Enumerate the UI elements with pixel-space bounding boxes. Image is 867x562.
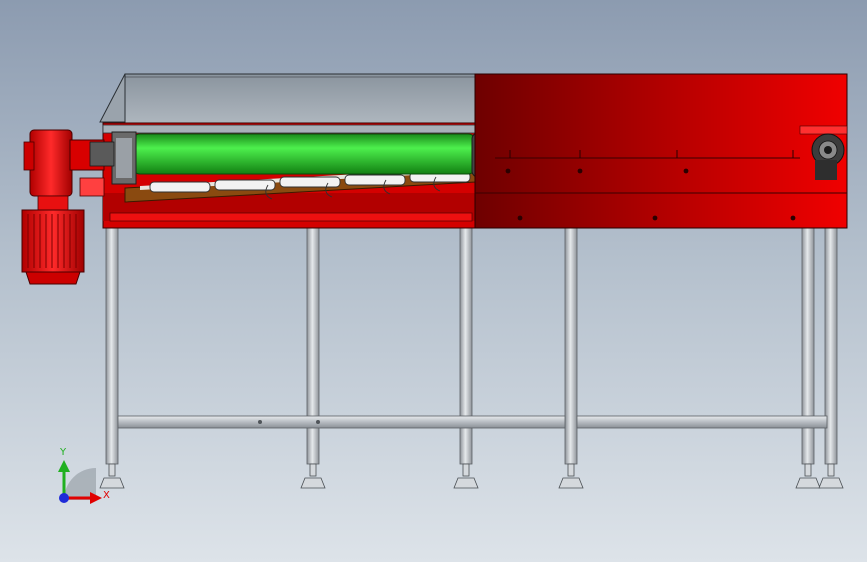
leg — [459, 227, 473, 465]
cross-beam — [117, 415, 828, 429]
y-axis-label: Y — [59, 447, 67, 458]
hopper — [99, 73, 477, 127]
leg — [564, 227, 578, 465]
leg — [801, 227, 815, 465]
support-legs — [105, 227, 838, 465]
x-axis-label: X — [103, 490, 110, 501]
right-red-panel — [474, 73, 848, 229]
leg — [105, 227, 119, 465]
leg — [824, 227, 838, 465]
drive-motor — [21, 129, 115, 285]
leg — [306, 227, 320, 465]
leveling-feet — [99, 463, 844, 489]
axis-triad: Y X — [58, 447, 110, 504]
cad-viewport[interactable]: Y X — [0, 0, 867, 562]
